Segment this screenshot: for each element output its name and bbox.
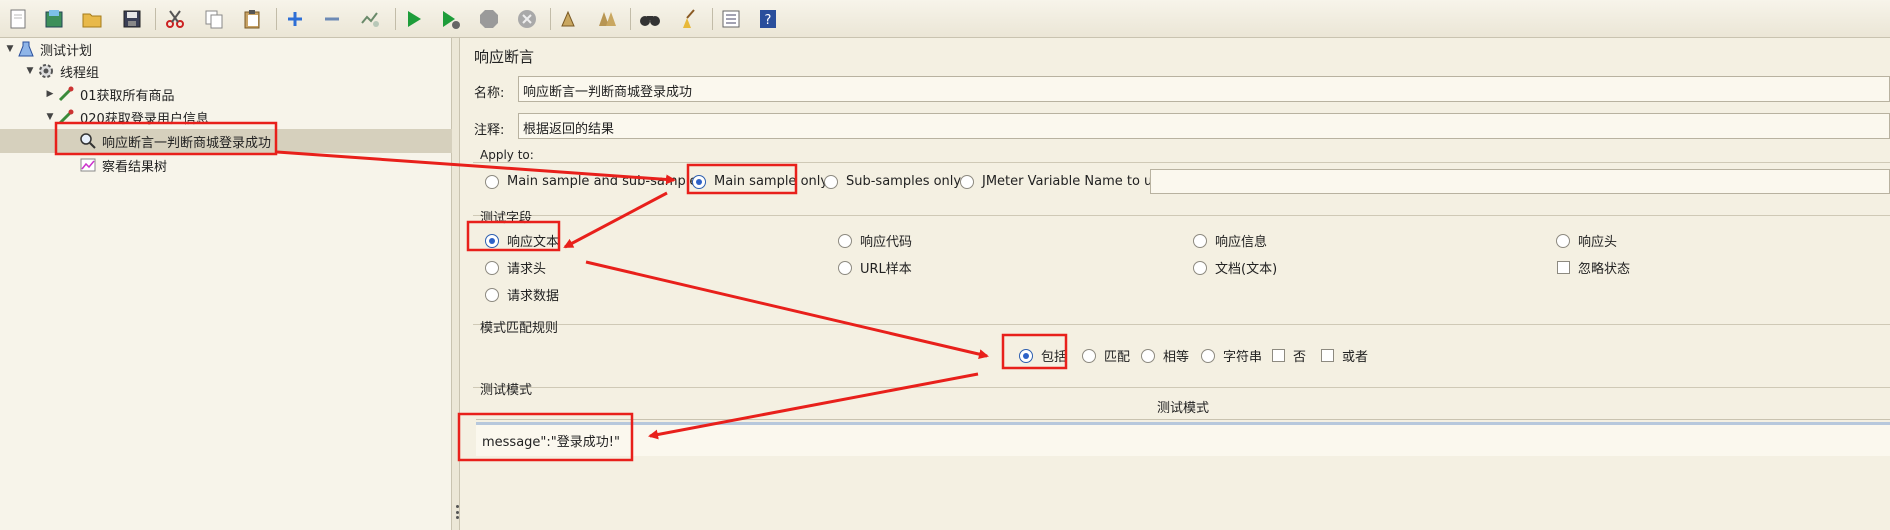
paste-icon[interactable] <box>240 7 264 31</box>
help-icon[interactable]: ? <box>756 7 780 31</box>
graph-icon <box>78 156 98 174</box>
pipette-icon <box>56 108 76 126</box>
variable-name-field[interactable] <box>1150 169 1890 194</box>
tree-item-view-results-tree[interactable]: 察看结果树 <box>78 154 167 176</box>
shutdown-icon[interactable] <box>515 7 539 31</box>
comment-field[interactable]: 根据返回的结果 <box>518 113 1890 139</box>
apply-main-only-radio[interactable]: Main sample only <box>692 174 828 189</box>
collapse-arrow-icon[interactable]: ▼ <box>24 66 36 76</box>
test-plan-tree: ▼ 测试计划 ▼ 线程组 ▶ 01获取所有商品 ▼ 020获取登录用户信息 响应… <box>0 38 452 530</box>
field-request-data-radio[interactable]: 请求数据 <box>485 285 559 304</box>
flask-icon <box>16 40 36 58</box>
tree-item-label: 01获取所有商品 <box>80 88 175 104</box>
start-no-pauses-icon[interactable] <box>438 7 462 31</box>
name-label: 名称: <box>474 86 505 101</box>
ignore-status-checkbox[interactable]: 忽略状态 <box>1557 258 1630 277</box>
tree-item-sampler-1[interactable]: ▶ 01获取所有商品 <box>44 83 175 105</box>
tree-item-label: 020获取登录用户信息 <box>80 111 209 127</box>
apply-variable-radio[interactable]: JMeter Variable Name to use <box>960 174 1167 189</box>
comment-label: 注释: <box>474 123 505 138</box>
expand-arrow-icon[interactable]: ▶ <box>44 89 56 99</box>
new-icon[interactable] <box>6 7 30 31</box>
rule-or-checkbox[interactable]: 或者 <box>1321 346 1368 365</box>
tree-item-test-plan[interactable]: ▼ 测试计划 <box>4 38 92 60</box>
tree-item-label: 响应断言一判断商城登录成功 <box>102 135 272 151</box>
field-response-message-radio[interactable]: 响应信息 <box>1193 231 1267 250</box>
apply-main-and-sub-radio[interactable]: Main sample and sub-samples <box>485 174 704 189</box>
clear-icon[interactable] <box>557 7 581 31</box>
rule-not-checkbox[interactable]: 否 <box>1272 346 1306 365</box>
start-icon[interactable] <box>402 7 426 31</box>
pipette-icon <box>56 85 76 103</box>
reset-search-icon[interactable] <box>676 7 700 31</box>
tree-item-label: 察看结果树 <box>102 159 168 175</box>
rule-matches-radio[interactable]: 匹配 <box>1082 346 1130 365</box>
field-response-headers-radio[interactable]: 响应头 <box>1556 231 1617 250</box>
svg-text:?: ? <box>765 13 772 28</box>
patterns-column-header[interactable]: 测试模式 <box>476 398 1890 420</box>
match-rules-separator <box>473 324 1890 325</box>
test-field-label: 测试字段 <box>480 211 533 226</box>
name-field[interactable]: 响应断言一判断商城登录成功 <box>518 76 1890 102</box>
patterns-table: 测试模式 message":"登录成功!" <box>476 398 1890 458</box>
pattern-row[interactable]: message":"登录成功!" <box>476 422 1890 456</box>
cut-icon[interactable] <box>163 7 187 31</box>
response-assertion-panel: 响应断言 名称: 响应断言一判断商城登录成功 注释: 根据返回的结果 Apply… <box>461 38 1890 530</box>
tree-item-response-assertion[interactable]: 响应断言一判断商城登录成功 <box>78 130 271 152</box>
patterns-label: 测试模式 <box>480 383 533 398</box>
save-icon[interactable] <box>120 7 144 31</box>
templates-icon[interactable] <box>42 7 66 31</box>
tree-item-label: 线程组 <box>60 65 100 81</box>
test-field-separator <box>473 215 1890 216</box>
rule-contains-radio[interactable]: 包括 <box>1019 346 1067 365</box>
function-helper-icon[interactable] <box>719 7 743 31</box>
splitter-grip-icon[interactable] <box>456 505 460 519</box>
tree-item-sampler-2[interactable]: ▼ 020获取登录用户信息 <box>44 106 209 128</box>
open-icon[interactable] <box>80 7 104 31</box>
patterns-separator <box>473 387 1890 388</box>
match-rules-label: 模式匹配规则 <box>480 321 559 336</box>
field-response-code-radio[interactable]: 响应代码 <box>838 231 912 250</box>
collapse-icon[interactable] <box>320 7 344 31</box>
splitter[interactable] <box>452 38 460 530</box>
apply-to-separator <box>473 162 1890 163</box>
rule-substring-radio[interactable]: 字符串 <box>1201 346 1262 365</box>
toolbar: ? <box>0 0 1890 38</box>
collapse-arrow-icon[interactable]: ▼ <box>4 44 16 54</box>
field-request-headers-radio[interactable]: 请求头 <box>485 258 546 277</box>
tree-item-thread-group[interactable]: ▼ 线程组 <box>24 60 99 82</box>
apply-to-label: Apply to: <box>480 148 534 162</box>
apply-sub-only-radio[interactable]: Sub-samples only <box>824 174 961 189</box>
gear-icon <box>36 62 56 80</box>
expand-icon[interactable] <box>283 7 307 31</box>
field-response-text-radio[interactable]: 响应文本 <box>485 231 559 250</box>
tree-item-label: 测试计划 <box>40 43 93 59</box>
panel-title: 响应断言 <box>474 48 535 66</box>
clear-all-icon[interactable] <box>596 7 620 31</box>
rule-equals-radio[interactable]: 相等 <box>1141 346 1189 365</box>
magnifier-icon <box>78 132 98 150</box>
collapse-arrow-icon[interactable]: ▼ <box>44 112 56 122</box>
stop-icon[interactable] <box>477 7 501 31</box>
copy-icon[interactable] <box>202 7 226 31</box>
toggle-icon[interactable] <box>358 7 382 31</box>
field-document-radio[interactable]: 文档(文本) <box>1193 258 1277 277</box>
field-url-radio[interactable]: URL样本 <box>838 258 912 277</box>
search-icon[interactable] <box>638 7 662 31</box>
